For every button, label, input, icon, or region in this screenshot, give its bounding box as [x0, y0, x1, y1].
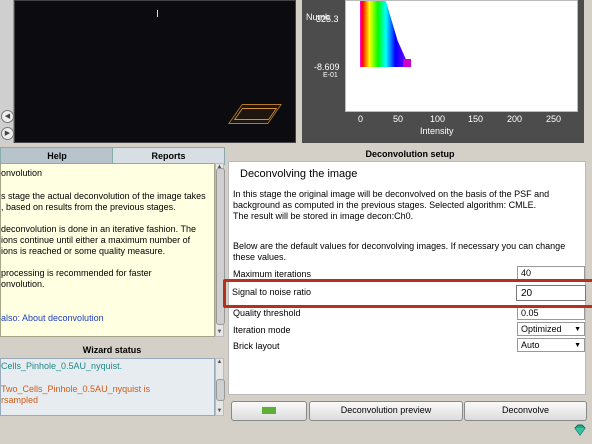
scroll-down-icon[interactable]: ▼: [216, 408, 223, 415]
histogram-spectrum: [360, 1, 407, 67]
wizard-status-scrollbar[interactable]: ▲ ▼: [215, 358, 225, 416]
deconvolution-preview-button[interactable]: Deconvolution preview: [309, 401, 463, 421]
iteration-mode-select[interactable]: Optimized ▼: [517, 322, 585, 336]
help-see-also: also: About deconvolution: [1, 313, 213, 324]
status-line-ok: Cells_Pinhole_0.5AU_nyquist.: [1, 361, 123, 371]
scroll-down-icon[interactable]: ▼: [216, 329, 223, 336]
histogram-y-tick-bottom: -8.609: [314, 62, 340, 72]
help-text: deconvolution is done in an iterative fa…: [1, 224, 196, 234]
histogram-y-exponent: E-01: [323, 72, 338, 79]
help-panel: onvolution s stage the actual deconvolut…: [0, 163, 215, 337]
setup-intro: The result will be stored in image decon…: [233, 211, 414, 221]
brick-layout-select[interactable]: Auto ▼: [517, 338, 585, 352]
setup-intro: background as computed in the previous s…: [233, 200, 537, 210]
iteration-mode-value: Optimized: [521, 324, 562, 334]
help-text: , based on results from the previous sta…: [1, 202, 176, 212]
help-text: onvolution.: [1, 279, 45, 289]
histogram-y-tick-top: 325.3: [316, 14, 339, 24]
max-iterations-input[interactable]: 40: [517, 266, 585, 280]
histogram-x-tick: 100: [430, 114, 446, 124]
histogram-x-tick: 150: [468, 114, 484, 124]
status-line-warn: Two_Cells_Pinhole_0.5AU_nyquist is: [1, 384, 151, 394]
help-text: processing is recommended for faster: [1, 268, 152, 278]
brick-layout-value: Auto: [521, 340, 540, 350]
histogram-x-tick: 250: [546, 114, 562, 124]
histogram-x-tick: 200: [507, 114, 523, 124]
help-link-prefix: also:: [1, 313, 23, 323]
histogram-x-label: Intensity: [420, 126, 454, 136]
wizard-scroll-thumb[interactable]: [216, 379, 225, 401]
help-scrollbar[interactable]: ▲ ▼: [215, 163, 225, 337]
wizard-status-title: Wizard status: [82, 345, 142, 355]
image-viewer[interactable]: [14, 0, 296, 143]
help-title: onvolution: [1, 168, 43, 178]
back-arrow-icon: [262, 407, 276, 415]
setup-intro: In this stage the original image will be…: [233, 189, 550, 199]
setup-defaults-note: Below are the default values for deconvo…: [233, 241, 566, 251]
setup-defaults-note: these values.: [233, 252, 287, 262]
setup-panel: Deconvolving the image In this stage the…: [228, 161, 586, 395]
setup-header: Deconvolution setup: [365, 149, 455, 159]
quality-threshold-input[interactable]: 0.05: [517, 306, 585, 320]
snr-label: Signal to noise ratio: [232, 287, 312, 297]
help-text: ions continue until either a maximum num…: [1, 235, 191, 245]
rewind-icon[interactable]: ◀: [1, 110, 14, 123]
snr-input[interactable]: 20: [516, 285, 586, 301]
scroll-up-icon[interactable]: ▲: [216, 359, 223, 366]
viewer-marker: [157, 10, 158, 17]
help-text: s stage the actual deconvolution of the …: [1, 191, 206, 201]
status-line-warn: rsampled: [1, 395, 39, 405]
max-iterations-label: Maximum iterations: [233, 269, 312, 279]
chevron-down-icon: ▼: [574, 342, 581, 349]
about-deconvolution-link[interactable]: About deconvolution: [22, 313, 104, 323]
histogram-x-tick: 0: [358, 114, 364, 124]
deconvolve-button[interactable]: Deconvolve: [464, 401, 587, 421]
help-text: ions is reached or some quality measure.: [1, 246, 166, 256]
histogram-tail: [403, 59, 411, 67]
chevron-down-icon: ▼: [574, 326, 581, 333]
wizard-status-panel: Cells_Pinhole_0.5AU_nyquist. Two_Cells_P…: [0, 358, 215, 416]
iteration-mode-label: Iteration mode: [233, 325, 291, 335]
brick-layout-label: Brick layout: [233, 341, 280, 351]
intensity-histogram: Numb 325.3 -8.609 E-01 0 50 100 150 200 …: [302, 0, 584, 143]
help-tabs: Help Reports: [0, 147, 225, 165]
play-icon[interactable]: ▶: [1, 127, 14, 140]
back-button[interactable]: [231, 401, 307, 421]
histogram-x-tick: 50: [393, 114, 404, 124]
quality-threshold-label: Quality threshold: [233, 308, 301, 318]
gem-icon[interactable]: [573, 423, 587, 437]
setup-heading: Deconvolving the image: [240, 168, 358, 180]
histogram-plot-area: [345, 0, 578, 112]
viewer-toolstrip: ◀ ▶: [0, 0, 14, 143]
